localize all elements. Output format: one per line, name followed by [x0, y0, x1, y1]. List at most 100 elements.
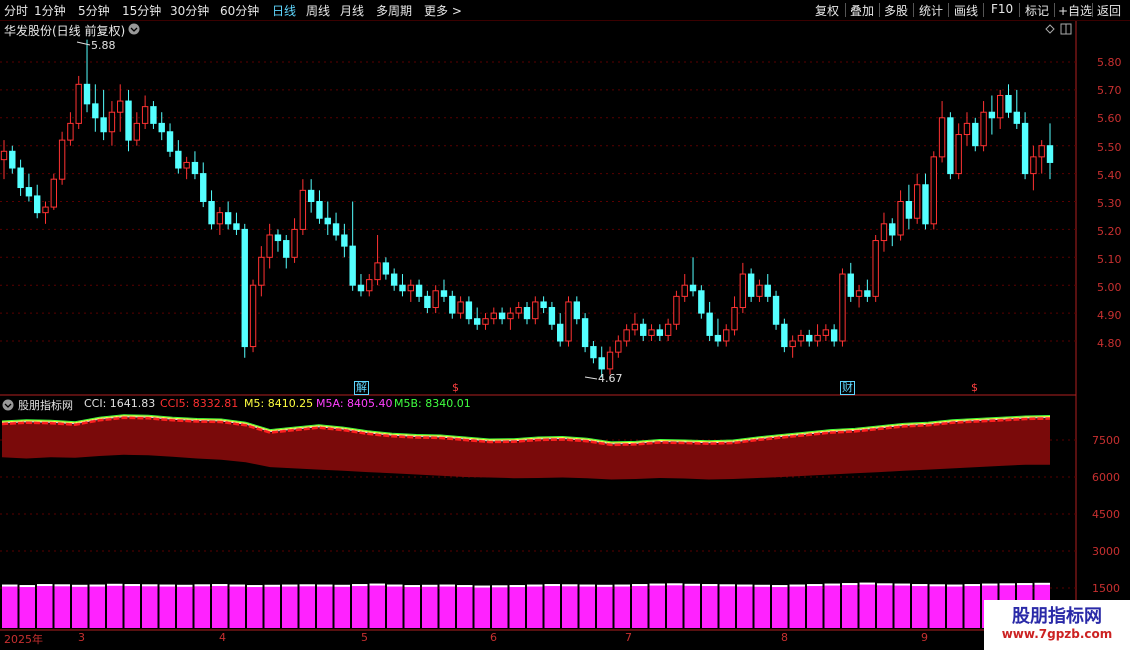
candle-body [366, 279, 373, 292]
candle-body [972, 122, 979, 147]
candle-body [216, 212, 224, 225]
volume-bar [19, 586, 35, 628]
candle-body [980, 111, 987, 147]
volume-cap [772, 585, 788, 588]
date-label: 7 [625, 631, 632, 644]
candle-body [482, 318, 489, 325]
indicator-name[interactable]: 股朋指标网 [18, 397, 73, 413]
volume-bar [387, 585, 403, 628]
candle-body [830, 329, 838, 342]
candle-body [714, 334, 722, 342]
volume-bar [37, 585, 53, 628]
volume-bar [737, 585, 753, 628]
event-marker-unlock[interactable]: 解 [354, 381, 369, 395]
volume-cap [457, 585, 473, 588]
volume-bar [2, 585, 18, 628]
candle-body [407, 284, 414, 292]
candle-body [266, 234, 273, 258]
volume-cap [352, 584, 368, 587]
volume-cap [912, 584, 928, 587]
volume-bar [649, 584, 665, 628]
volume-bar [282, 585, 298, 628]
candle-body [615, 340, 622, 353]
candle-body [473, 318, 481, 325]
volume-cap [72, 584, 88, 587]
volume-cap [317, 584, 333, 587]
volume-cap [632, 584, 648, 587]
volume-bar [229, 585, 245, 628]
date-label: 3 [78, 631, 85, 644]
candle-body [557, 323, 564, 342]
candle-body [349, 245, 356, 286]
price-tick: 4.90 [1097, 309, 1122, 322]
volume-bar [702, 585, 718, 628]
volume-cap [89, 584, 105, 587]
event-marker-finance[interactable]: 财 [840, 381, 855, 395]
candle-body [449, 295, 456, 314]
indicator-band [2, 417, 1050, 480]
candle-body [1030, 156, 1037, 175]
volume-bar [947, 585, 963, 628]
candle-body [141, 106, 149, 124]
volume-cap [877, 583, 893, 586]
volume-cap [492, 585, 508, 588]
volume-bar [597, 585, 613, 628]
candle-body [839, 273, 846, 342]
candle-body [913, 184, 921, 219]
chart-title: 华发股份(日线 前复权) [4, 24, 126, 38]
dropdown-icon[interactable] [128, 23, 140, 35]
candle-body [1013, 111, 1020, 124]
candle-body [905, 201, 913, 219]
candle-body [432, 290, 439, 309]
volume-cap [982, 583, 998, 586]
candle-body [1038, 145, 1045, 158]
candle-body [756, 284, 763, 297]
volume-cap [544, 584, 560, 587]
volume-bar [509, 586, 525, 628]
volume-bar [404, 586, 420, 628]
candle-body [307, 189, 315, 202]
candle-body [200, 173, 207, 203]
candle-body [233, 223, 240, 230]
date-label: 8 [781, 631, 788, 644]
candle-body [507, 312, 514, 320]
kline-chart[interactable] [0, 0, 1130, 650]
indicator-tick: 6000 [1092, 471, 1120, 484]
volume-cap [929, 584, 945, 587]
candle-body [241, 228, 248, 348]
candle-body [590, 346, 597, 359]
volume-bar [667, 584, 683, 628]
volume-bar [789, 585, 805, 628]
diamond-icon[interactable] [1045, 24, 1055, 34]
candle-body [648, 329, 655, 336]
candle-body [598, 357, 605, 370]
candle-body [457, 301, 464, 314]
candle-body [922, 184, 929, 225]
event-marker-dividend[interactable]: $ [971, 381, 978, 394]
candle-body [465, 301, 473, 320]
event-marker-dividend[interactable]: $ [452, 381, 459, 394]
candle-body [374, 262, 381, 281]
volume-cap [264, 584, 280, 587]
price-tick: 4.80 [1097, 337, 1122, 350]
low-label: 4.67 [598, 372, 623, 385]
volume-cap [2, 584, 18, 587]
candle-body [897, 201, 904, 236]
volume-bar [772, 586, 788, 628]
candle-body [806, 334, 813, 342]
candle-body [847, 273, 854, 297]
watermark: 股朋指标网 www.7gpzb.com [984, 600, 1130, 650]
candle-body [689, 284, 697, 292]
volume-bar [439, 585, 455, 628]
candle-body [548, 307, 556, 325]
indicator-dropdown-icon[interactable] [2, 399, 14, 411]
price-tick: 5.10 [1097, 253, 1122, 266]
watermark-title: 股朋指标网 [1012, 606, 1102, 627]
candle-body [955, 134, 962, 175]
volume-bar [72, 585, 88, 628]
volume-bar [54, 585, 70, 628]
candle-body [565, 301, 572, 342]
volume-cap [509, 585, 525, 588]
volume-bar [719, 585, 735, 628]
candle-body [889, 223, 896, 236]
